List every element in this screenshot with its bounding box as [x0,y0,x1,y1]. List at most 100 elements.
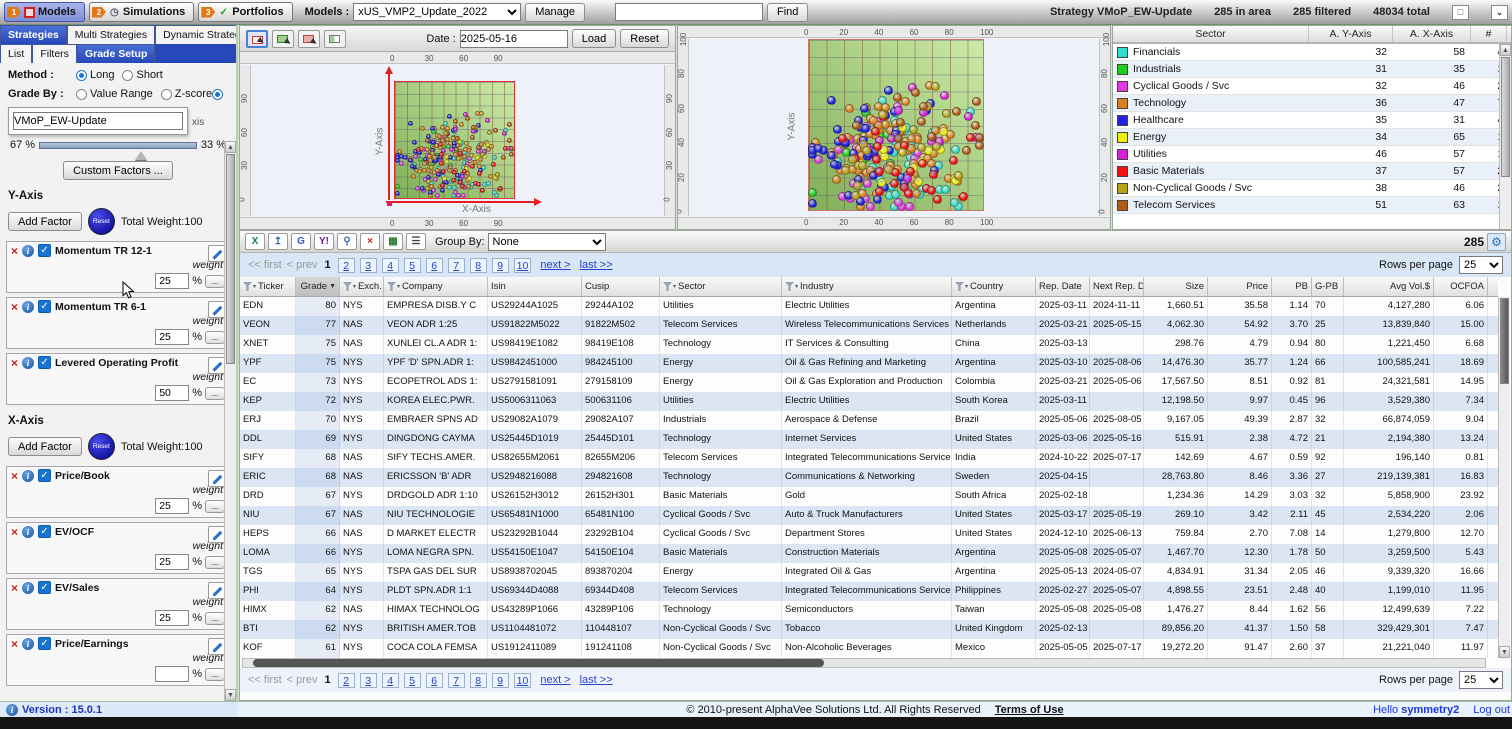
pager-page-link[interactable]: 6 [426,673,443,688]
pager-next[interactable]: next > [540,259,570,271]
sector-row[interactable]: Industrials313515 [1113,61,1511,78]
edit-factor-icon[interactable] [208,526,225,543]
excel-export-icon[interactable]: X [245,233,265,250]
maximize-icon[interactable]: □ [1452,5,1469,20]
weight-options-button[interactable]: ... [205,668,225,681]
sector-row[interactable]: Cyclical Goods / Svc324628 [1113,78,1511,95]
weight-input[interactable] [155,666,189,682]
col-a-x-axis[interactable]: A. X-Axis [1393,26,1471,42]
table-row[interactable]: DRD67NYSDRDGOLD ADR 1:10US26152H30122615… [240,487,1498,506]
factor-info-icon[interactable]: i [22,301,34,313]
remove-factor-icon[interactable]: × [11,470,18,482]
model-select[interactable]: xUS_VMP2_Update_2022 [353,3,521,21]
weight-options-button[interactable]: ... [205,612,225,625]
tab-list[interactable]: List [0,44,32,63]
edit-factor-icon[interactable] [208,582,225,599]
column-header-grade[interactable]: Grade▼ [296,277,340,296]
table-row[interactable]: EC73NYSECOPETROL ADS 1:US279158109127915… [240,373,1498,392]
pager-last[interactable]: last >> [580,259,613,271]
filter-icon[interactable] [663,282,672,291]
factor-info-icon[interactable]: i [22,526,34,538]
weight-options-button[interactable]: ... [205,556,225,569]
slider-thumb[interactable] [135,151,147,160]
sector-row[interactable]: Energy346516 [1113,129,1511,146]
table-row[interactable]: TGS65NYSTSPA GAS DEL SURUS89387020458938… [240,563,1498,582]
factor-checkbox[interactable]: ✓ [38,637,51,650]
pager-page-link[interactable]: 2 [338,258,355,273]
group-by-select[interactable]: None [488,233,606,251]
pager-page-link[interactable]: 9 [492,673,509,688]
collapse-icon[interactable]: ⌄ [1491,5,1508,20]
filter-icon[interactable] [955,282,964,291]
weight-input[interactable] [155,610,189,626]
slider-track[interactable] [39,142,197,149]
mini-scatter-plot[interactable] [394,81,515,199]
sidebar-scrollbar[interactable]: ▲ ▼ [224,141,236,701]
select-tool-red-fill[interactable] [298,30,320,48]
sector-row[interactable]: Utilities465712 [1113,146,1511,163]
column-header-industry[interactable]: ▾Industry [782,277,952,296]
table-row[interactable]: KEP72NYSKOREA ELEC.PWR.US500631106350063… [240,392,1498,411]
column-header-company[interactable]: ▾Company [384,277,488,296]
find-input[interactable] [615,3,763,21]
column-header-ticker[interactable]: ▾Ticker [240,277,296,296]
weight-options-button[interactable]: ... [205,331,225,344]
sector-row[interactable]: Technology364770 [1113,95,1511,112]
pager-prev[interactable]: < prev [287,259,318,271]
terms-of-use-link[interactable]: Terms of Use [995,704,1064,716]
factor-checkbox[interactable]: ✓ [38,581,51,594]
weight-options-button[interactable]: ... [205,275,225,288]
clear-icon[interactable]: × [360,233,380,250]
sector-row[interactable]: Non-Cyclical Goods / Svc384620 [1113,180,1511,197]
manage-button[interactable]: Manage [525,3,585,22]
column-header-cusip[interactable]: Cusip [582,277,660,296]
factor-checkbox[interactable]: ✓ [38,469,51,482]
pager-first[interactable]: << first [248,674,282,686]
grid-horizontal-scrollbar[interactable] [242,658,1486,668]
strategy-name-input[interactable] [13,112,183,130]
google-icon[interactable]: G [291,233,311,250]
pager-page-link[interactable]: 4 [382,673,399,688]
filter-icon[interactable] [785,282,794,291]
x-add-factor-button[interactable]: Add Factor [8,437,82,456]
remove-factor-icon[interactable]: × [11,638,18,650]
factor-info-icon[interactable]: i [22,582,34,594]
column-header-pb[interactable]: PB [1272,277,1312,296]
pager-page-link[interactable]: 9 [492,258,509,273]
pager-page-link[interactable]: 3 [360,258,377,273]
pager-page-link[interactable]: 4 [382,258,399,273]
filter-icon[interactable] [343,282,352,291]
factor-info-icon[interactable]: i [22,357,34,369]
radio-z-score[interactable] [161,89,172,100]
reset-button[interactable]: Reset [620,29,669,48]
select-tool-split[interactable] [324,30,346,48]
filter-icon[interactable] [243,282,252,291]
custom-factors-button[interactable]: Custom Factors ... [63,161,173,180]
remove-factor-icon[interactable]: × [11,245,18,257]
date-input[interactable] [460,30,568,48]
column-header-avg-vol-[interactable]: Avg Vol.$ [1344,277,1434,296]
tab-strategies[interactable]: Strategies [0,25,67,44]
rows-per-page-select[interactable]: 25 [1459,671,1503,689]
sector-scrollbar[interactable]: ▲ [1499,44,1511,229]
pager-page-link[interactable]: 7 [448,258,465,273]
column-header-isin[interactable]: Isin [488,277,582,296]
remove-factor-icon[interactable]: × [11,582,18,594]
table-row[interactable]: ERIC68NASERICSSON 'B' ADRUS2948216088294… [240,468,1498,487]
find-button[interactable]: Find [767,3,808,22]
column-header-size[interactable]: Size [1144,277,1208,296]
grid-vertical-scrollbar[interactable]: ▼ [1498,297,1510,658]
import-icon[interactable]: ▦ [383,233,403,250]
factor-info-icon[interactable]: i [22,245,34,257]
tab-dynamic-strategies[interactable]: Dynamic Strategies [155,25,238,44]
sector-row[interactable]: Healthcare353146 [1113,112,1511,129]
column-header-rep-date[interactable]: Rep. Date [1036,277,1090,296]
weight-input[interactable] [155,273,189,289]
weight-options-button[interactable]: ... [205,387,225,400]
pager-first[interactable]: << first [248,259,282,271]
table-row[interactable]: HIMX62NASHIMAX TECHNOLOGUS43289P10664328… [240,601,1498,620]
main-scatter-plot[interactable] [808,39,984,211]
edit-factor-icon[interactable] [208,357,225,374]
factor-checkbox[interactable]: ✓ [38,300,51,313]
gear-icon[interactable]: ⚙ [1487,233,1506,251]
